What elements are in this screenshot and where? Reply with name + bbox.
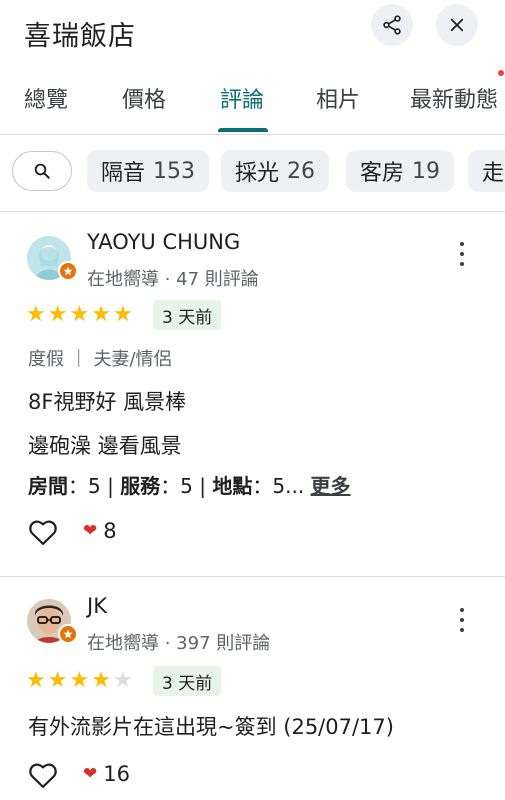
rating-label: 服務 bbox=[120, 474, 161, 498]
star-filled-icon: ★ bbox=[69, 302, 90, 327]
close-button[interactable] bbox=[436, 4, 478, 46]
rating-label: 地點 bbox=[212, 474, 253, 498]
divider bbox=[0, 211, 505, 212]
local-guide-badge bbox=[58, 624, 78, 644]
active-tab-indicator bbox=[218, 128, 268, 132]
chip-label: 客房 bbox=[360, 161, 405, 186]
rating-value: ：5... bbox=[252, 474, 305, 498]
notification-dot bbox=[498, 70, 504, 76]
star-badge-icon bbox=[63, 629, 73, 639]
rating-value: ：5 | bbox=[68, 474, 121, 498]
review-topic-chips: 隔音 153 採光 26 客房 19 走 bbox=[0, 150, 505, 194]
chip-count: 26 bbox=[287, 158, 316, 184]
local-guide-badge bbox=[58, 261, 78, 281]
star-empty-icon: ★ bbox=[112, 668, 133, 693]
star-filled-icon: ★ bbox=[69, 668, 90, 693]
tab-updates[interactable]: 最新動態 bbox=[410, 82, 498, 114]
star-filled-icon: ★ bbox=[91, 668, 111, 693]
star-badge-icon bbox=[63, 266, 73, 276]
review-text-line: 有外流影片在這出現~簽到 (25/07/17) bbox=[28, 715, 394, 739]
tab-overview[interactable]: 總覽 bbox=[24, 82, 68, 114]
like-button[interactable] bbox=[28, 518, 58, 546]
share-icon bbox=[383, 15, 401, 35]
heart-filled-icon: ❤ bbox=[83, 521, 98, 541]
tab-reviews[interactable]: 評論 bbox=[220, 82, 264, 114]
star-filled-icon: ★ bbox=[26, 302, 46, 327]
trip-tags: 度假 ｜ 夫妻/情侶 bbox=[28, 349, 172, 370]
reviewer-name[interactable]: JK bbox=[87, 594, 107, 618]
chip-soundproofing[interactable]: 隔音 153 bbox=[87, 150, 210, 192]
like-count-value: 16 bbox=[103, 762, 130, 786]
chip-label: 走 bbox=[482, 161, 505, 186]
more-options-button[interactable] bbox=[452, 608, 472, 632]
heart-outline-icon bbox=[29, 520, 57, 545]
reviewer-name[interactable]: YAOYU CHUNG bbox=[87, 230, 240, 254]
rating-label: 房間 bbox=[28, 474, 68, 498]
more-options-button[interactable] bbox=[452, 242, 472, 266]
chip-count: 19 bbox=[412, 158, 441, 184]
review-text-line: 邊砲澡 邊看風景 bbox=[28, 434, 182, 458]
star-filled-icon: ★ bbox=[47, 668, 68, 693]
close-icon bbox=[450, 18, 464, 32]
rating-value: ：5 | bbox=[160, 474, 213, 498]
star-filled-icon: ★ bbox=[112, 302, 133, 327]
more-vert-icon bbox=[460, 608, 464, 612]
review-text-line: 8F視野好 風景棒 bbox=[28, 390, 187, 414]
star-filled-icon: ★ bbox=[91, 302, 111, 327]
like-button[interactable] bbox=[28, 761, 58, 789]
more-link[interactable]: 更多 bbox=[311, 474, 351, 498]
chip-label: 隔音 bbox=[101, 161, 146, 186]
review-time-badge: 3 天前 bbox=[153, 666, 222, 696]
chip-count: 153 bbox=[153, 158, 196, 184]
tab-prices[interactable]: 價格 bbox=[122, 82, 166, 114]
heart-filled-icon: ❤ bbox=[83, 764, 98, 784]
heart-outline-icon bbox=[29, 763, 57, 788]
reviewer-meta: 在地嚮導 · 397 則評論 bbox=[87, 633, 271, 654]
star-filled-icon: ★ bbox=[26, 668, 46, 693]
tab-photos[interactable]: 相片 bbox=[316, 82, 360, 114]
like-count: ❤ 16 bbox=[83, 762, 130, 786]
star-filled-icon: ★ bbox=[47, 302, 68, 327]
search-reviews-button[interactable] bbox=[12, 151, 72, 191]
app-header: 喜瑞飯店 bbox=[0, 0, 505, 62]
divider bbox=[0, 576, 505, 577]
review-time-badge: 3 天前 bbox=[153, 300, 222, 330]
chip-rooms[interactable]: 客房 19 bbox=[346, 150, 455, 192]
chip-partial[interactable]: 走 bbox=[468, 150, 505, 192]
chip-lighting[interactable]: 採光 26 bbox=[221, 150, 330, 192]
like-count-value: 8 bbox=[103, 519, 117, 543]
sub-ratings: 房間：5 | 服務：5 | 地點：5... 更多 bbox=[28, 470, 351, 499]
tab-bar: 總覽 價格 評論 相片 最新動態 bbox=[0, 62, 505, 135]
more-vert-icon bbox=[460, 242, 464, 246]
place-title: 喜瑞飯店 bbox=[24, 21, 136, 52]
chip-label: 採光 bbox=[235, 161, 280, 186]
search-icon bbox=[34, 163, 50, 179]
star-rating: ★ ★ ★ ★ ★ bbox=[26, 669, 135, 693]
star-rating: ★ ★ ★ ★ ★ bbox=[26, 303, 135, 327]
share-button[interactable] bbox=[371, 4, 413, 46]
reviewer-meta: 在地嚮導 · 47 則評論 bbox=[87, 269, 259, 290]
like-count: ❤ 8 bbox=[83, 519, 117, 543]
